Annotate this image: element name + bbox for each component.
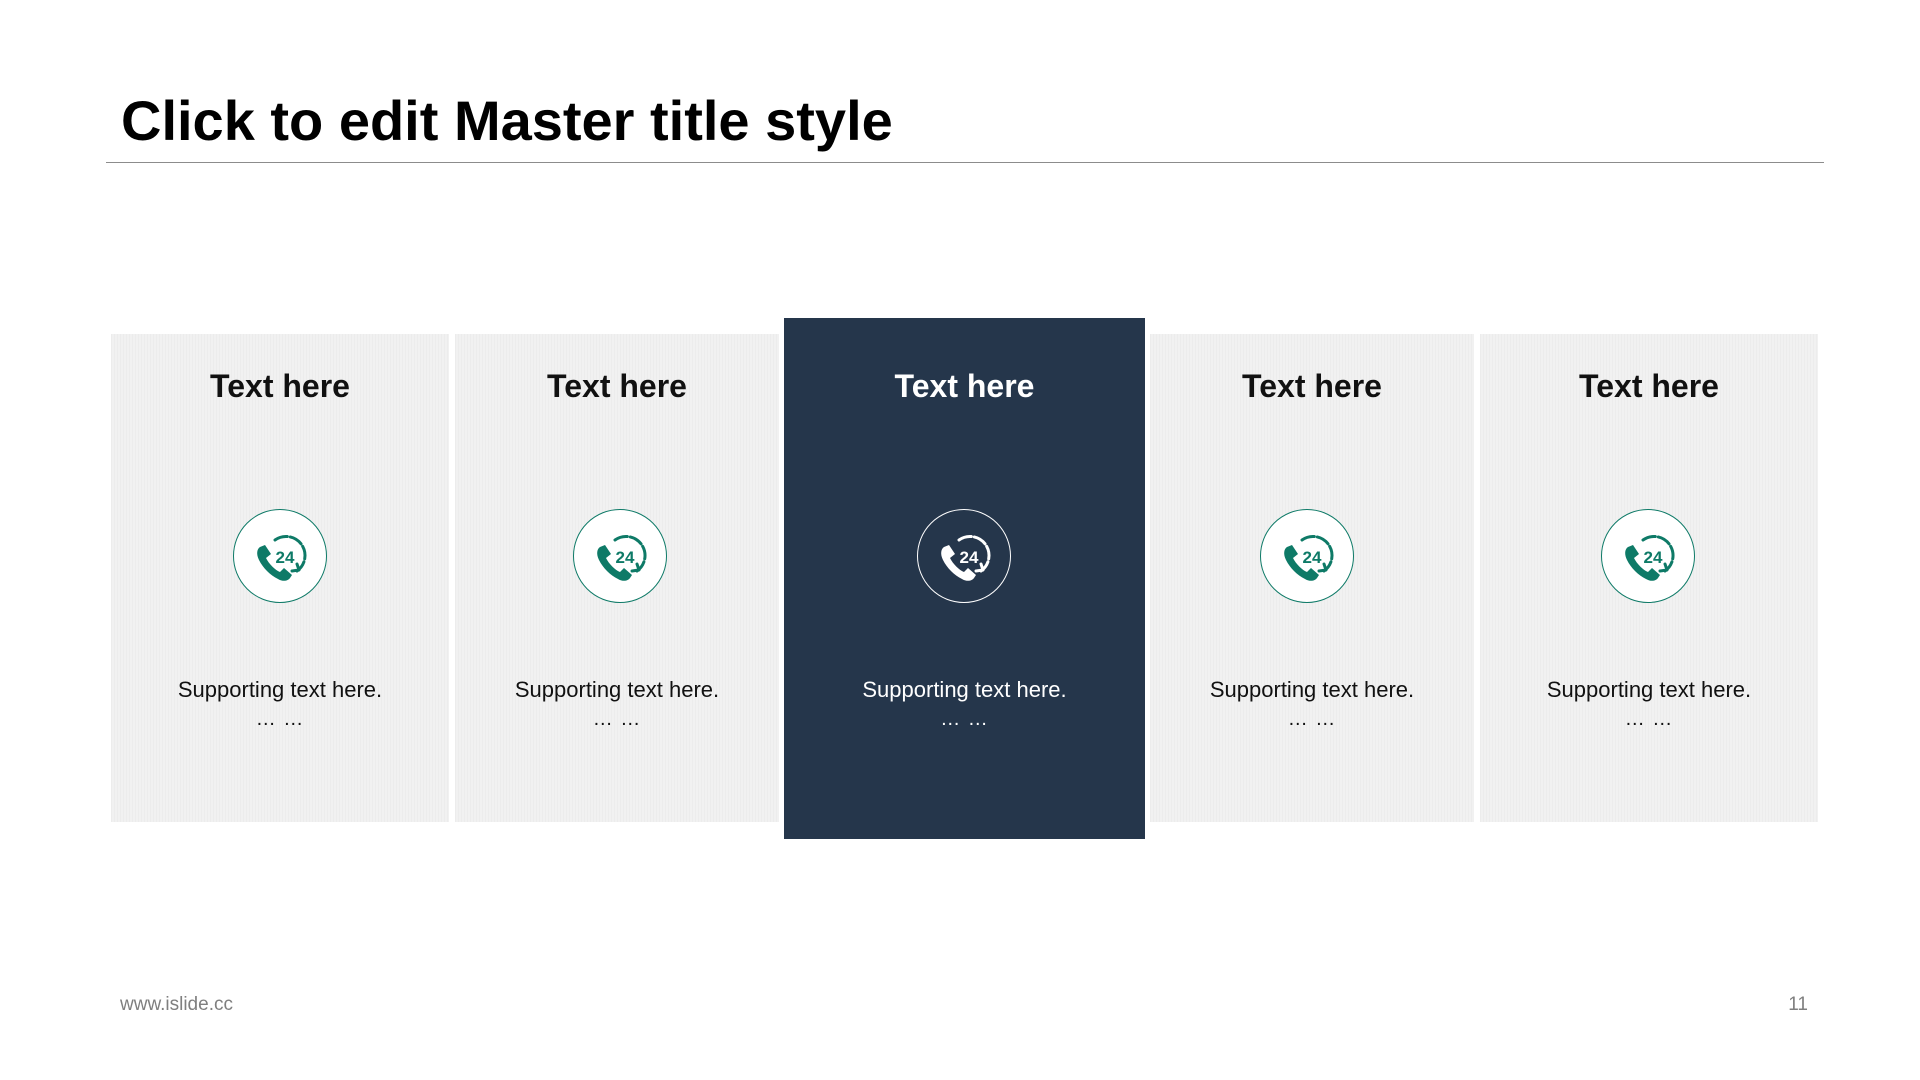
card-title[interactable]: Text here xyxy=(784,368,1145,405)
card-title[interactable]: Text here xyxy=(1480,368,1818,405)
phone-24-hours-icon: 24 xyxy=(573,509,667,603)
card-2[interactable]: Text here 24 Supporting text here. … … xyxy=(455,334,779,822)
svg-text:24: 24 xyxy=(960,548,979,567)
card-3-active[interactable]: Text here 24 Supporting text here. … … xyxy=(784,318,1145,839)
card-ellipsis: … … xyxy=(940,708,989,730)
card-title[interactable]: Text here xyxy=(1150,368,1474,405)
phone-24-hours-icon: 24 xyxy=(1260,509,1354,603)
slide: Click to edit Master title style Text he… xyxy=(0,0,1920,1080)
svg-text:24: 24 xyxy=(276,548,295,567)
svg-text:24: 24 xyxy=(1644,548,1663,567)
card-supporting-text[interactable]: Supporting text here. xyxy=(784,677,1145,703)
card-1[interactable]: Text here 24 Supporting text here. … … xyxy=(111,334,449,822)
phone-24-hours-icon: 24 xyxy=(917,509,1011,603)
svg-text:24: 24 xyxy=(1303,548,1322,567)
phone-24-hours-icon: 24 xyxy=(1601,509,1695,603)
card-ellipsis: … … xyxy=(1624,708,1674,730)
phone-24-hours-icon: 24 xyxy=(233,509,327,603)
card-ellipsis: … … xyxy=(592,708,642,730)
title-divider xyxy=(106,162,1824,163)
card-ellipsis: … … xyxy=(255,708,305,730)
card-supporting-text[interactable]: Supporting text here. xyxy=(1480,677,1818,703)
slide-title[interactable]: Click to edit Master title style xyxy=(121,88,893,153)
card-title[interactable]: Text here xyxy=(111,368,449,405)
card-5[interactable]: Text here 24 Supporting text here. … … xyxy=(1480,334,1818,822)
card-title[interactable]: Text here xyxy=(455,368,779,405)
card-supporting-text[interactable]: Supporting text here. xyxy=(1150,677,1474,703)
footer-url[interactable]: www.islide.cc xyxy=(120,994,233,1016)
svg-text:24: 24 xyxy=(616,548,635,567)
card-supporting-text[interactable]: Supporting text here. xyxy=(111,677,449,703)
card-supporting-text[interactable]: Supporting text here. xyxy=(455,677,779,703)
page-number: 11 xyxy=(1788,994,1808,1015)
card-ellipsis: … … xyxy=(1287,708,1337,730)
card-4[interactable]: Text here 24 Supporting text here. … … xyxy=(1150,334,1474,822)
